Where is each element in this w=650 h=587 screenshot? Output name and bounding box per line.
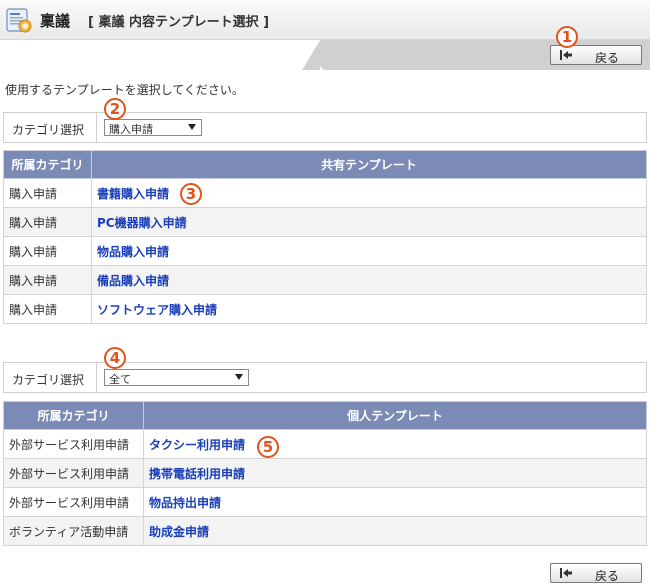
callout-3: 3 <box>180 183 202 205</box>
instruction-text: 使用するテンプレートを選択してください。 <box>5 83 244 97</box>
personal-template-table: 所属カテゴリ 個人テンプレート 外部サービス利用申請 タクシー利用申請 外部サー… <box>3 401 647 546</box>
template-cell: ソフトウェア購入申請 <box>91 294 647 324</box>
chevron-down-icon <box>188 124 196 130</box>
template-link[interactable]: 備品購入申請 <box>97 274 169 288</box>
column-header-category: 所属カテゴリ <box>3 150 92 179</box>
table-row: 購入申請 物品購入申請 <box>3 236 647 266</box>
row-category: ボランティア活動申請 <box>3 516 144 546</box>
page-title: 稟議 <box>40 12 71 30</box>
row-category: 外部サービス利用申請 <box>3 429 144 459</box>
table-header-row: 所属カテゴリ 共有テンプレート <box>3 150 647 179</box>
template-link[interactable]: 書籍購入申請 <box>97 187 169 201</box>
row-category: 購入申請 <box>3 236 92 266</box>
back-button-bottom[interactable]: 戻る <box>550 563 642 583</box>
template-cell: 備品購入申請 <box>91 265 647 295</box>
column-header-template: 個人テンプレート <box>143 401 647 430</box>
chevron-down-icon <box>235 374 243 380</box>
template-cell: 助成金申請 <box>143 516 647 546</box>
table-row: 購入申請 ソフトウェア購入申請 <box>3 294 647 324</box>
back-button-label: 戻る <box>594 51 619 65</box>
row-category: 購入申請 <box>3 207 92 237</box>
category-label: カテゴリ選択 <box>12 373 85 387</box>
template-cell: 物品購入申請 <box>91 236 647 266</box>
personal-category-filter: カテゴリ選択 全て <box>3 362 647 393</box>
divider <box>96 113 97 142</box>
template-cell: タクシー利用申請 <box>143 429 647 459</box>
table-row: 購入申請 備品購入申請 <box>3 265 647 295</box>
shared-category-select[interactable]: 購入申請 <box>104 119 202 136</box>
callout-1: 1 <box>556 26 578 48</box>
template-link[interactable]: ソフトウェア購入申請 <box>97 303 217 317</box>
table-row: 購入申請 書籍購入申請 <box>3 178 647 208</box>
template-link[interactable]: 携帯電話利用申請 <box>149 467 245 481</box>
callout-2: 2 <box>104 98 126 120</box>
column-header-category: 所属カテゴリ <box>3 401 144 430</box>
template-link[interactable]: タクシー利用申請 <box>149 438 245 452</box>
table-row: ボランティア活動申請 助成金申請 <box>3 516 647 546</box>
shared-template-table: 所属カテゴリ 共有テンプレート 購入申請 書籍購入申請 購入申請 PC機器購入申… <box>3 150 647 324</box>
title-bar: 稟議 [ 稟議 内容テンプレート選択 ] <box>0 0 650 40</box>
select-value: 全て <box>109 373 131 386</box>
column-header-template: 共有テンプレート <box>91 150 647 179</box>
form-icon <box>6 8 32 33</box>
row-category: 購入申請 <box>3 294 92 324</box>
table-row: 外部サービス利用申請 物品持出申請 <box>3 487 647 517</box>
callout-5: 5 <box>257 436 279 458</box>
shared-category-filter: カテゴリ選択 購入申請 <box>3 112 647 143</box>
template-cell: 物品持出申請 <box>143 487 647 517</box>
table-header-row: 所属カテゴリ 個人テンプレート <box>3 401 647 430</box>
table-row: 購入申請 PC機器購入申請 <box>3 207 647 237</box>
back-button-top[interactable]: 戻る <box>550 45 642 65</box>
table-row: 外部サービス利用申請 携帯電話利用申請 <box>3 458 647 488</box>
category-label: カテゴリ選択 <box>12 123 85 137</box>
select-value: 購入申請 <box>109 123 153 136</box>
template-cell: 書籍購入申請 <box>91 178 647 208</box>
back-button-label: 戻る <box>594 569 619 583</box>
template-cell: 携帯電話利用申請 <box>143 458 647 488</box>
row-category: 外部サービス利用申請 <box>3 458 144 488</box>
row-category: 外部サービス利用申請 <box>3 487 144 517</box>
template-link[interactable]: 物品持出申請 <box>149 496 221 510</box>
template-link[interactable]: 物品購入申請 <box>97 245 169 259</box>
template-cell: PC機器購入申請 <box>91 207 647 237</box>
callout-4: 4 <box>104 347 126 369</box>
personal-category-select[interactable]: 全て <box>104 369 249 386</box>
divider <box>96 363 97 392</box>
row-category: 購入申請 <box>3 178 92 208</box>
table-row: 外部サービス利用申請 タクシー利用申請 <box>3 429 647 459</box>
page-subtitle: [ 稟議 内容テンプレート選択 ] <box>88 15 270 30</box>
row-category: 購入申請 <box>3 265 92 295</box>
template-link[interactable]: 助成金申請 <box>149 525 209 539</box>
template-link[interactable]: PC機器購入申請 <box>97 216 187 230</box>
